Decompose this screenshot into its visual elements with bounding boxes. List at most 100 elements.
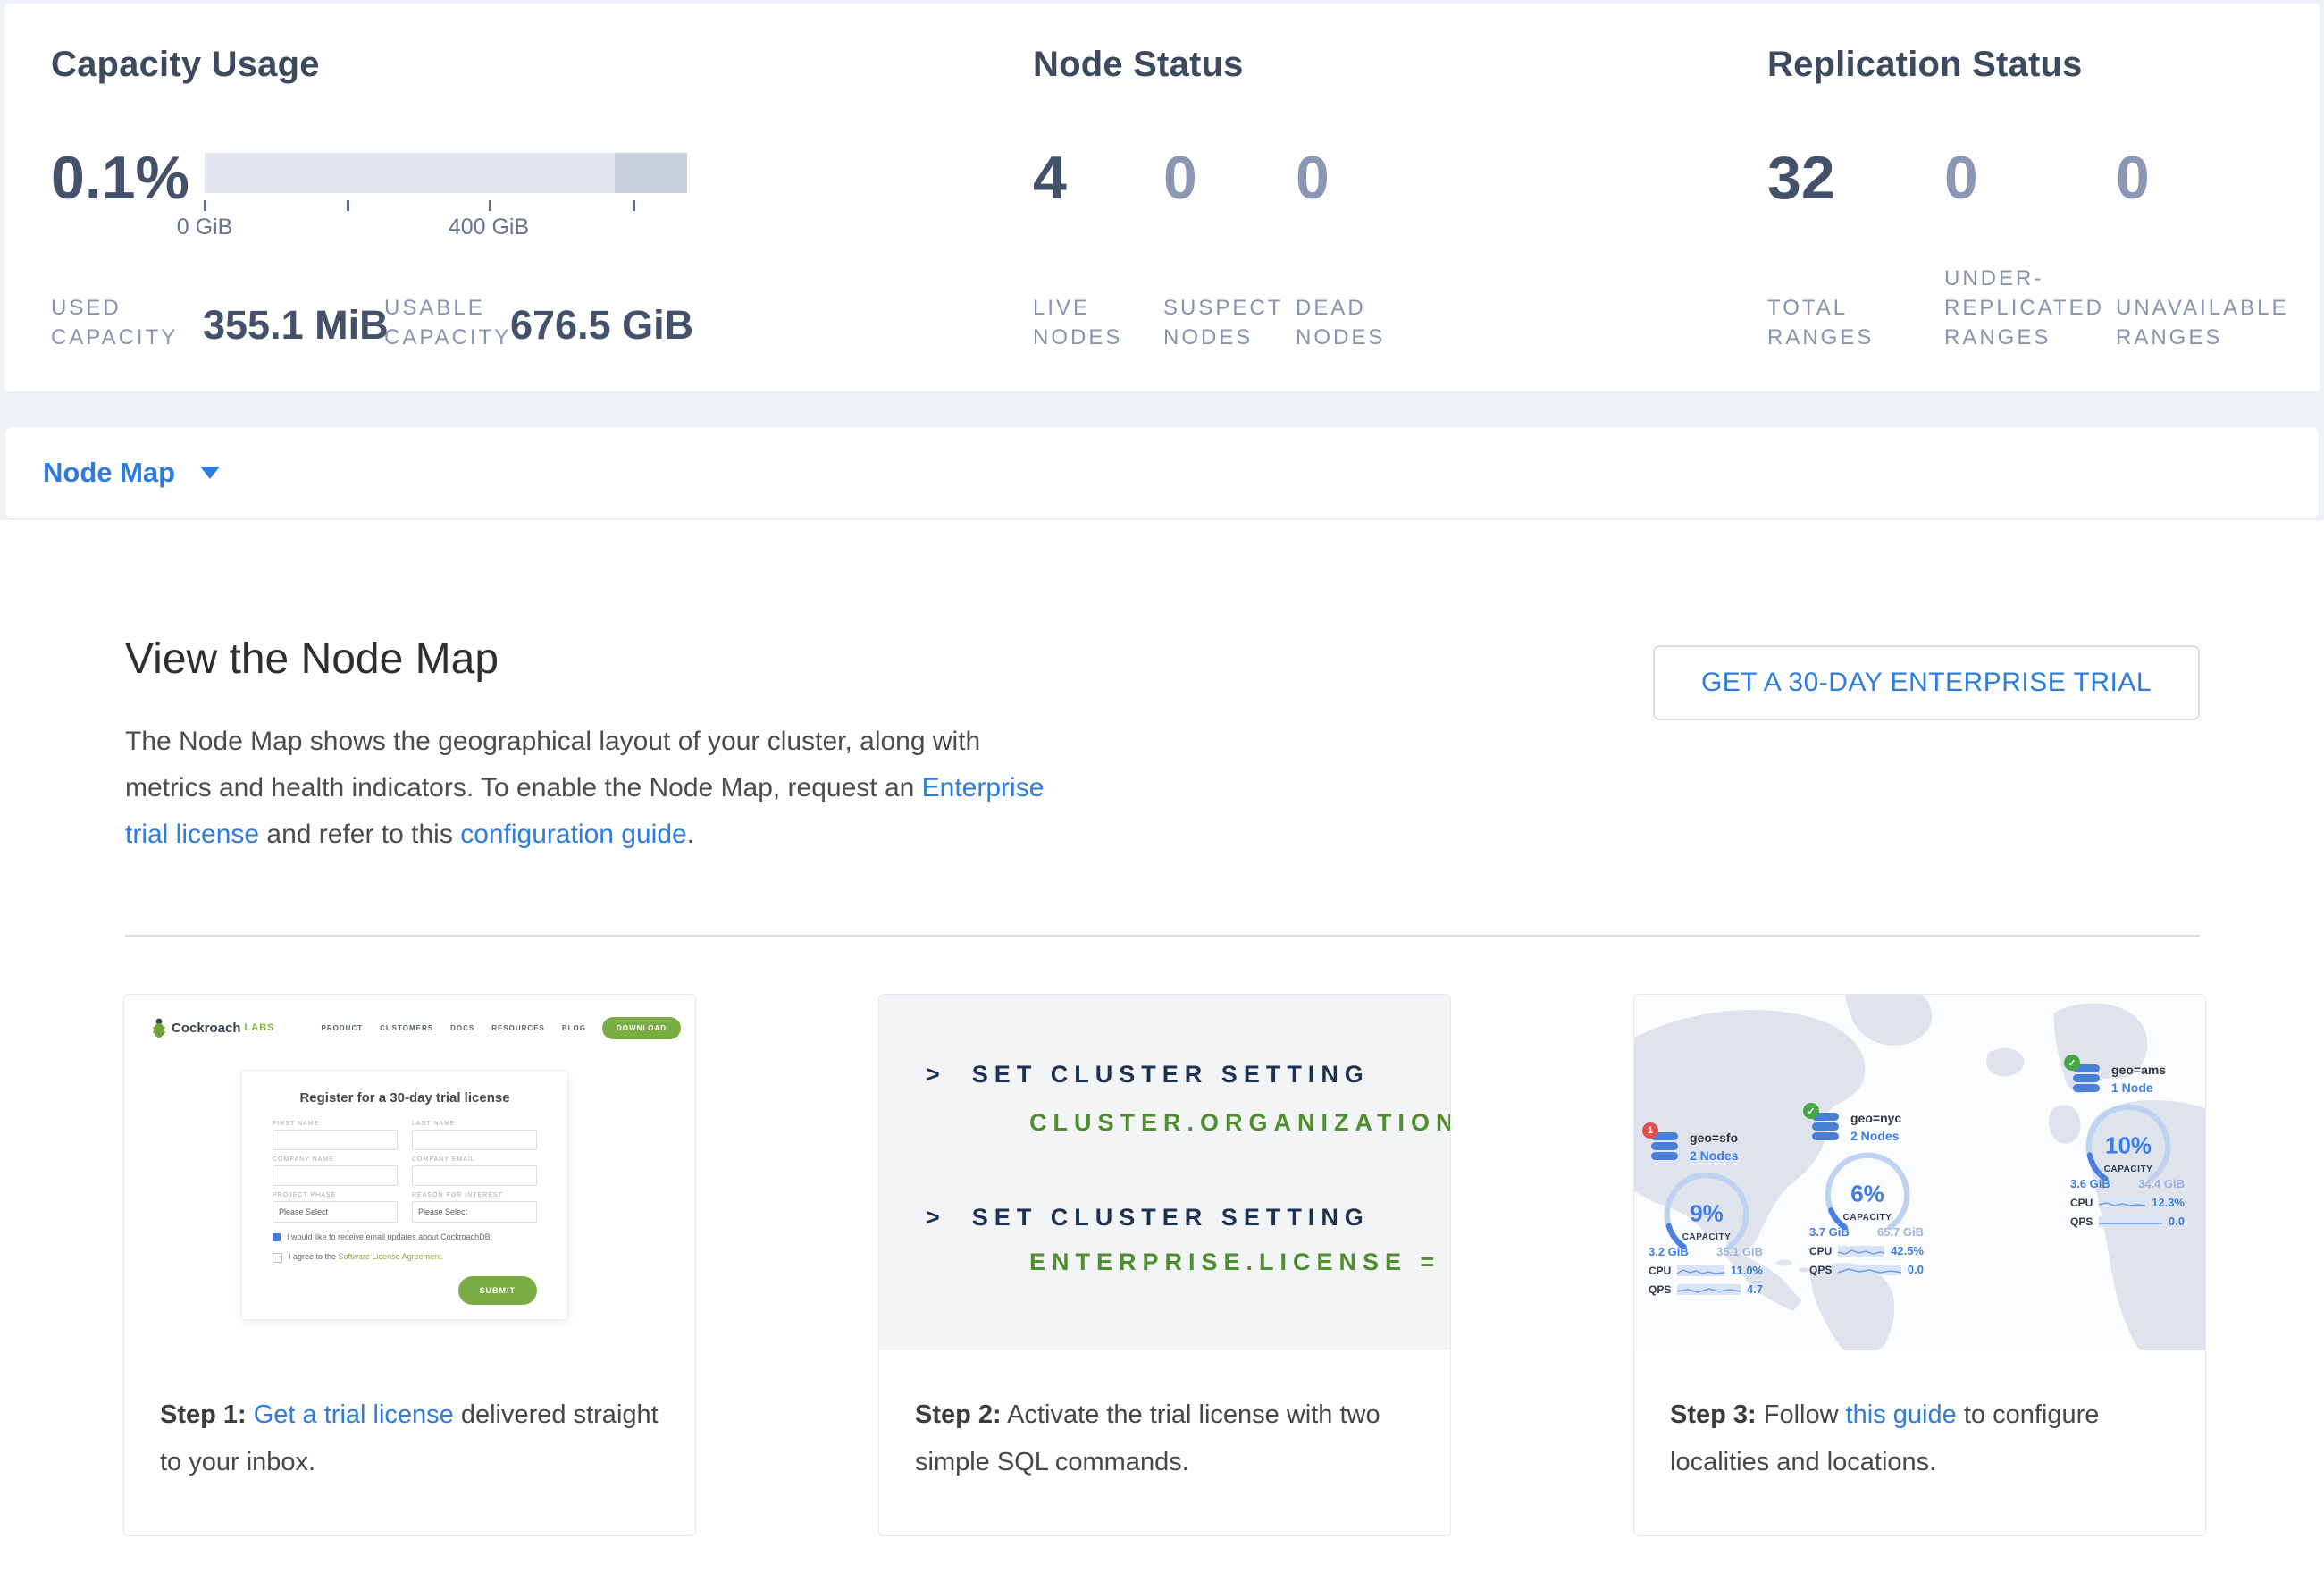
checkbox-checked-icon <box>273 1233 281 1241</box>
node-map-dropdown[interactable]: Node Map <box>43 457 220 489</box>
locality-name: geo=ams <box>2111 1063 2166 1077</box>
mini-select: Please Select <box>273 1201 398 1223</box>
this-guide-link[interactable]: this guide <box>1846 1400 1957 1429</box>
mini-download-button: DOWNLOAD <box>602 1017 681 1039</box>
step2-label: Step 2: <box>915 1400 1002 1429</box>
node-map-dropdown-label: Node Map <box>43 457 175 489</box>
svg-text:10%: 10% <box>2105 1132 2152 1159</box>
mini-field-label: PROJECT PHASE <box>273 1192 398 1198</box>
qps-sparkline <box>2099 1216 2162 1227</box>
locality-node-count: 2 Nodes <box>1850 1129 1899 1143</box>
configuration-guide-link[interactable]: configuration guide <box>460 820 687 849</box>
locality-name: geo=nyc <box>1850 1111 1901 1125</box>
capacity-used: 3.7 GiB <box>1809 1225 1850 1239</box>
dead-nodes-value: 0 <box>1296 147 1330 209</box>
mini-form-grid: FIRST NAME LAST NAME COMPANY NAME C <box>273 1114 537 1223</box>
capacity-bar <box>205 153 687 193</box>
capacity-tick <box>204 200 206 211</box>
intro-line: The Node Map shows the geographical layo… <box>125 719 1044 765</box>
enterprise-trial-license-link[interactable]: trial license <box>125 820 259 849</box>
sql-setting-line: ENTERPRISE.LICENSE = <box>1029 1248 1440 1276</box>
cockroach-logo-icon <box>151 1017 167 1038</box>
capacity-gauge: 10% CAPACITY <box>2072 1100 2185 1190</box>
mini-field-label: COMPANY EMAIL <box>412 1156 537 1163</box>
sql-command-line: > SET CLUSTER SETTING <box>926 1061 1370 1089</box>
live-nodes-label: LIVE NODES <box>1033 293 1140 352</box>
capacity-usage-title: Capacity Usage <box>51 45 320 85</box>
capacity-gauge: 9% CAPACITY <box>1650 1168 1763 1257</box>
enterprise-trial-license-link[interactable]: Enterprise <box>922 773 1045 803</box>
map-node-nyc: ✓ geo=nyc 2 Nodes 6% CAPACITY <box>1809 1111 1934 1276</box>
mini-site-header: Cockroach LABS PRODUCT CUSTOMERS DOCS RE… <box>151 1009 681 1047</box>
mini-checkbox-row: I would like to receive email updates ab… <box>273 1232 537 1242</box>
view-selector-bar: Node Map <box>4 426 2320 519</box>
intro-paragraph: The Node Map shows the geographical layo… <box>125 719 1044 858</box>
live-nodes-value: 4 <box>1033 147 1067 209</box>
map-node-sfo: 1 geo=sfo 2 Nodes 9% CAPACITY <box>1649 1131 1774 1296</box>
capacity-tick <box>633 200 635 211</box>
mini-select: Please Select <box>412 1201 537 1223</box>
mini-site-nav: PRODUCT CUSTOMERS DOCS RESOURCES BLOG <box>322 1024 586 1032</box>
usable-capacity-label: USABLE CAPACITY <box>384 293 500 352</box>
mini-text-input <box>412 1130 537 1150</box>
mini-license-agreement-link: Software License Agreement. <box>339 1252 444 1261</box>
unavailable-value: 0 <box>2116 147 2150 209</box>
intro-line: trial license and refer to this configur… <box>125 811 1044 858</box>
get-trial-license-link[interactable]: Get a trial license <box>254 1400 454 1429</box>
cluster-summary-panel: Capacity Usage 0.1% 0 GiB 400 GiB USED C… <box>4 4 2320 391</box>
mini-text-input <box>273 1165 398 1186</box>
total-ranges-value: 32 <box>1767 147 1835 209</box>
capacity-tick <box>347 200 349 211</box>
mini-field-label: REASON FOR INTEREST <box>412 1192 537 1198</box>
ok-badge-icon: ✓ <box>2064 1055 2080 1071</box>
under-replicated-label: UNDER-REPLICATED RANGES <box>1944 264 2110 352</box>
intro-line: metrics and health indicators. To enable… <box>125 765 1044 811</box>
get-enterprise-trial-button[interactable]: GET A 30-DAY ENTERPRISE TRIAL <box>1653 645 2200 720</box>
mini-registration-form: Register for a 30-day trial license FIRS… <box>241 1070 568 1320</box>
capacity-percent: 0.1% <box>51 147 189 209</box>
mini-field-label: LAST NAME <box>412 1121 537 1127</box>
mini-nav-item: BLOG <box>562 1024 586 1032</box>
total-ranges-label: TOTAL RANGES <box>1767 293 1892 352</box>
chevron-down-icon <box>200 467 220 479</box>
capacity-used: 3.2 GiB <box>1649 1245 1689 1258</box>
svg-text:CAPACITY: CAPACITY <box>1682 1232 1732 1242</box>
cpu-sparkline <box>2099 1198 2145 1208</box>
node-status-title: Node Status <box>1033 45 1244 85</box>
mini-text-input <box>412 1165 537 1186</box>
mini-submit-button: SUBMIT <box>458 1276 538 1305</box>
cpu-sparkline <box>1838 1246 1884 1257</box>
qps-sparkline <box>1677 1284 1741 1295</box>
mini-logo-suffix: LABS <box>245 1022 275 1033</box>
step2-caption: Step 2: Activate the trial license with … <box>879 1350 1450 1486</box>
capacity-bar-reserved-segment <box>615 153 687 193</box>
usable-capacity-value: 676.5 GiB <box>510 302 693 349</box>
step2-card: > SET CLUSTER SETTING CLUSTER.ORGANIZATI… <box>878 994 1451 1536</box>
suspect-nodes-label: SUSPECT NODES <box>1163 293 1279 352</box>
capacity-total: 65.7 GiB <box>1877 1225 1924 1239</box>
cockroach-website-illustration: Cockroach LABS PRODUCT CUSTOMERS DOCS RE… <box>124 995 695 1350</box>
mini-nav-item: DOCS <box>450 1024 474 1032</box>
checkbox-unchecked-icon <box>273 1253 282 1263</box>
capacity-used: 3.6 GiB <box>2070 1177 2110 1190</box>
step1-screenshot: Cockroach LABS PRODUCT CUSTOMERS DOCS RE… <box>124 995 695 1350</box>
locality-node-count: 2 Nodes <box>1690 1148 1738 1163</box>
step3-card: 1 geo=sfo 2 Nodes 9% CAPACITY <box>1633 994 2206 1536</box>
svg-text:6%: 6% <box>1850 1181 1884 1207</box>
cpu-sparkline <box>1677 1265 1724 1276</box>
node-map-placeholder-section: View the Node Map The Node Map shows the… <box>0 520 2324 1589</box>
mini-checkbox-row: I agree to the Software License Agreemen… <box>273 1252 537 1263</box>
ok-badge-icon: ✓ <box>1803 1103 1819 1119</box>
capacity-gauge: 6% CAPACITY <box>1811 1148 1924 1238</box>
mini-nav-item: CUSTOMERS <box>380 1024 433 1032</box>
under-replicated-value: 0 <box>1944 147 1978 209</box>
qps-sparkline <box>1838 1265 1901 1275</box>
page-title: View the Node Map <box>125 635 499 684</box>
step1-caption: Step 1: Get a trial license delivered st… <box>124 1350 695 1486</box>
step1-label: Step 1: <box>160 1400 247 1429</box>
used-capacity-value: 355.1 MiB <box>203 302 389 349</box>
mini-logo-text: Cockroach <box>172 1021 241 1036</box>
mini-field-label: COMPANY NAME <box>273 1156 398 1163</box>
capacity-total: 34.4 GiB <box>2138 1177 2185 1190</box>
step3-label: Step 3: <box>1670 1400 1757 1429</box>
